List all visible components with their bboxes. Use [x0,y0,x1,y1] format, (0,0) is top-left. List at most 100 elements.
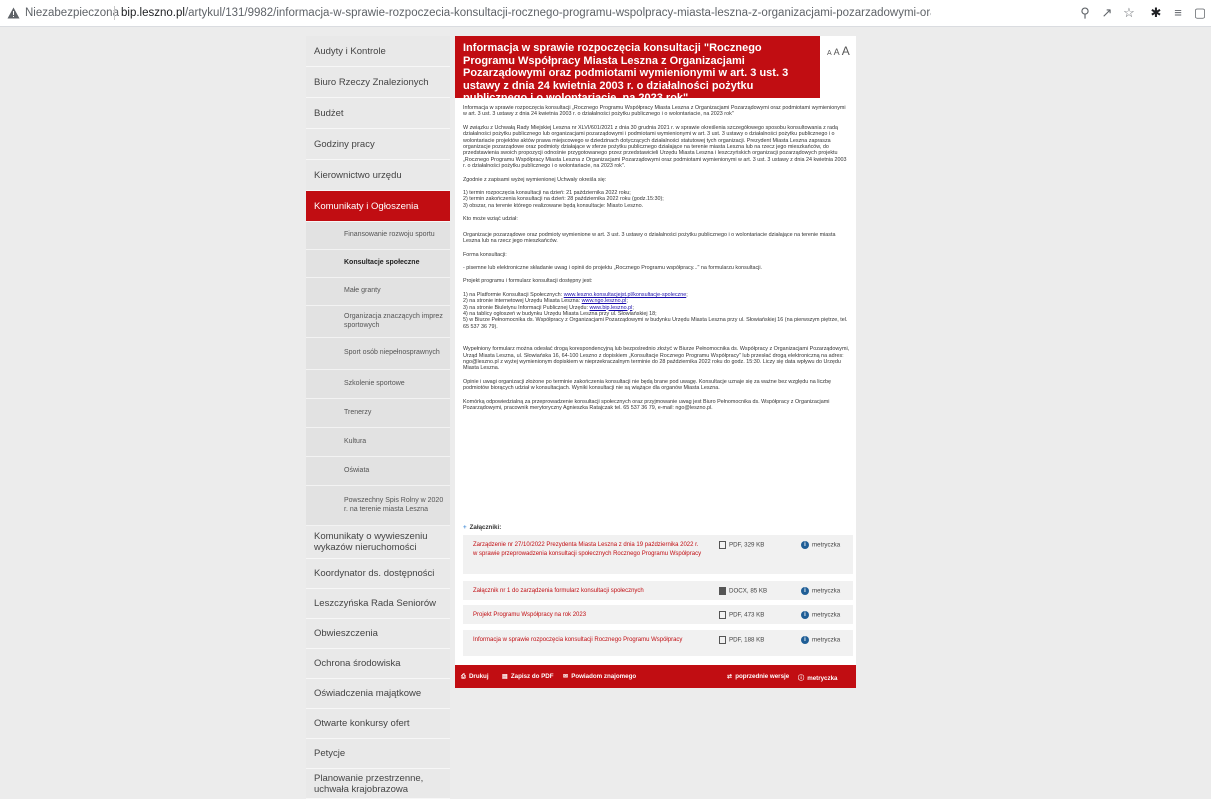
docx-file-icon [719,587,726,595]
sidebar-subitem-label: Powszechny Spis Rolny w 2020 r. na teren… [344,497,444,513]
sidebar-subitem-kultura[interactable]: Kultura [306,428,450,457]
sidebar-subitem-label: Konsultacje społeczne [344,259,420,267]
sidebar-item-biuro-rzeczy[interactable]: Biuro Rzeczy Znalezionych [306,67,450,98]
attachment-meta-button[interactable]: i metryczka [801,611,840,619]
footer-meta-label: metryczka [807,675,838,682]
attachment-meta-label: metryczka [812,587,841,595]
ngo-link[interactable]: www.ngo.leszno.pl [582,298,627,304]
bip-link[interactable]: www.bip.leszno.pl [589,305,632,311]
share-icon[interactable]: ↗ [1099,5,1115,21]
sidebar-subitem-trenerzy[interactable]: Trenerzy [306,399,450,428]
attachment-file-info[interactable]: DOCX, 85 KB [719,587,767,595]
security-label[interactable]: Niezabezpieczona [25,7,119,19]
divider [114,6,115,20]
article-paragraph: Forma konsultacji: [463,251,507,258]
sidebar-item-kierownictwo[interactable]: Kierownictwo urzędu [306,160,450,191]
sidebar-item-oswiadczenia[interactable]: Oświadczenia majątkowe [306,679,450,709]
sidebar-item-petycje[interactable]: Petycje [306,739,450,769]
zoom-icon[interactable]: ⚲ [1077,5,1093,21]
sidebar-item-label: Koordynator ds. dostępności [314,568,435,579]
list-item-text: 3) na stronie Biuletynu Informacji Publi… [463,304,590,311]
notify-friend-button[interactable]: ✉ Powiadom znajomego [563,673,636,680]
sidebar-subitem-oswiata[interactable]: Oświata [306,457,450,486]
sidebar-item-label: Audyty i Kontrole [314,45,386,57]
page-title: Informacja w sprawie rozpoczęcia konsult… [455,36,820,104]
article-panel: Informacja w sprawie rozpoczęcia konsult… [455,36,856,688]
attachment-row: Zarządzenie nr 27/10/2022 Prezydenta Mia… [463,535,853,575]
attachment-file-size: DOCX, 85 KB [729,587,768,595]
attachment-link[interactable]: Zarządzenie nr 27/10/2022 Prezydenta Mia… [473,541,703,558]
sidebar-subitem-szkolenie[interactable]: Szkolenie sportowe [306,370,450,399]
attachment-file-info[interactable]: PDF, 329 KB [719,541,764,549]
sidebar-item-komunikaty[interactable]: Komunikaty i Ogłoszenia [306,191,450,222]
save-pdf-button[interactable]: ▤ Zapisz do PDF [502,673,554,680]
footer-meta-button[interactable]: ⓘ metryczka [798,673,837,682]
attachment-meta-button[interactable]: i metryczka [801,541,840,549]
list-item-text: 2) na stronie internetowej Urzędu Miasta… [463,298,582,305]
font-size-medium-button[interactable]: A [834,47,840,57]
info-icon: i [801,541,809,549]
article-paragraph: Wypełniony formularz można odesłać drogą… [463,346,850,372]
attachment-link[interactable]: Informacja w sprawie rozpoczęcia konsult… [473,636,703,645]
article-paragraph: Kto może wziąć udział: [463,216,518,223]
attachment-file-size: PDF, 329 KB [729,541,765,549]
sidebar-item-obwieszczenia[interactable]: Obwieszczenia [306,619,450,649]
sidebar-subitem-spis-rolny[interactable]: Powszechny Spis Rolny w 2020 r. na teren… [306,486,450,526]
attachment-meta-button[interactable]: i metryczka [801,587,840,595]
sidebar-item-label: Biuro Rzeczy Znalezionych [314,76,429,88]
url-text[interactable]: bip.leszno.pl/artykul/131/9982/informacj… [121,7,931,19]
sidebar-item-konkursy-ofert[interactable]: Otwarte konkursy ofert [306,709,450,739]
pdf-file-icon [719,636,726,644]
article-paragraph: W związku z Uchwałą Rady Miejskiej Leszn… [463,124,847,170]
sidebar-subitem-organizacja-imprez[interactable]: Organizacja znaczących imprez sportowych [306,306,450,338]
sidebar-item-ochrona-srodowiska[interactable]: Ochrona środowiska [306,649,450,679]
sidebar-item-label: Obwieszczenia [314,628,378,639]
article-body: Informacja w sprawie rozpoczęcia konsult… [463,105,850,418]
sidebar-item-budzet[interactable]: Budżet [306,98,450,129]
info-icon: i [801,587,809,595]
sidebar-subitem-label: Sport osób niepełnosprawnych [344,349,440,357]
attachment-link[interactable]: Załącznik nr 1 do zarządzenia formularz … [473,587,703,596]
address-bar[interactable]: Niezabezpieczona bip.leszno.pl/artykul/1… [0,0,1211,27]
sidebar-item-koordynator[interactable]: Koordynator ds. dostępności [306,559,450,589]
pdf-file-icon [719,611,726,619]
sidebar-subitem-male-granty[interactable]: Małe granty [306,278,450,306]
sidebar-subitem-label: Trenerzy [344,408,372,416]
availability-list: 1) na Platformie Konsultacji Społecznych… [463,292,850,330]
article-paragraph: Zgodnie z zapisami wyżej wymienionej Uch… [463,176,607,183]
reading-list-icon[interactable]: ≡ [1170,5,1186,21]
sidebar-item-label: Godziny pracy [314,138,375,150]
sidebar-item-label: Kierownictwo urzędu [314,169,402,181]
sidebar-item-audyty[interactable]: Audyty i Kontrole [306,36,450,67]
sidebar-subitem-label: Małe granty [344,287,381,295]
sidebar-subitem-finansowanie[interactable]: Finansowanie rozwoju sportu [306,222,450,250]
pdf-file-icon [719,541,726,549]
attachment-file-info[interactable]: PDF, 188 KB [719,636,764,644]
font-size-small-button[interactable]: A [827,50,832,57]
article-paragraph: - pisemne lub elektroniczne składanie uw… [463,264,763,271]
extensions-icon[interactable]: ✱ [1148,5,1164,21]
print-button[interactable]: ⎙ Drukuj [461,673,489,681]
sidebar-item-rada-seniorow[interactable]: Leszczyńska Rada Seniorów [306,589,450,619]
sidebar-subitem-konsultacje[interactable]: Konsultacje społeczne [306,250,450,278]
attachment-meta-label: metryczka [812,541,841,549]
bookmark-star-icon[interactable]: ☆ [1121,5,1137,21]
attachment-meta-button[interactable]: i metryczka [801,636,840,644]
sidebar-subitem-label: Oświata [344,466,370,474]
sidebar-subitem-sport-osob[interactable]: Sport osób niepełnosprawnych [306,338,450,370]
attachment-file-size: PDF, 188 KB [729,636,765,644]
sidebar-item-komunikaty-wykazow[interactable]: Komunikaty o wywieszeniu wykazów nieruch… [306,526,450,559]
attachment-link[interactable]: Projekt Programu Współpracy na rok 2023 [473,611,703,620]
plus-icon: + [463,524,467,531]
konsultacje-link[interactable]: www.leszno.konsultacjejst.pl/konsultacje… [564,292,687,298]
font-size-large-button[interactable]: A [842,44,850,58]
article-footer-bar: ⎙ Drukuj ▤ Zapisz do PDF ✉ Powiadom znajome… [455,665,856,688]
sidebar-item-godziny-pracy[interactable]: Godziny pracy [306,129,450,160]
side-panel-icon[interactable]: ▢ [1192,5,1208,21]
sidebar-item-planowanie[interactable]: Planowanie przestrzenne, uchwała krajobr… [306,769,450,799]
attachments-heading: + Załączniki: [463,524,501,531]
previous-versions-button[interactable]: ⇄ poprzednie wersje [727,673,789,680]
list-item: 3) obszar, na terenie którego realizowan… [463,202,644,209]
attachment-file-info[interactable]: PDF, 473 KB [719,611,764,619]
list-item: 5) w Biurze Pełnomocnika ds. Współpracy … [463,317,848,330]
